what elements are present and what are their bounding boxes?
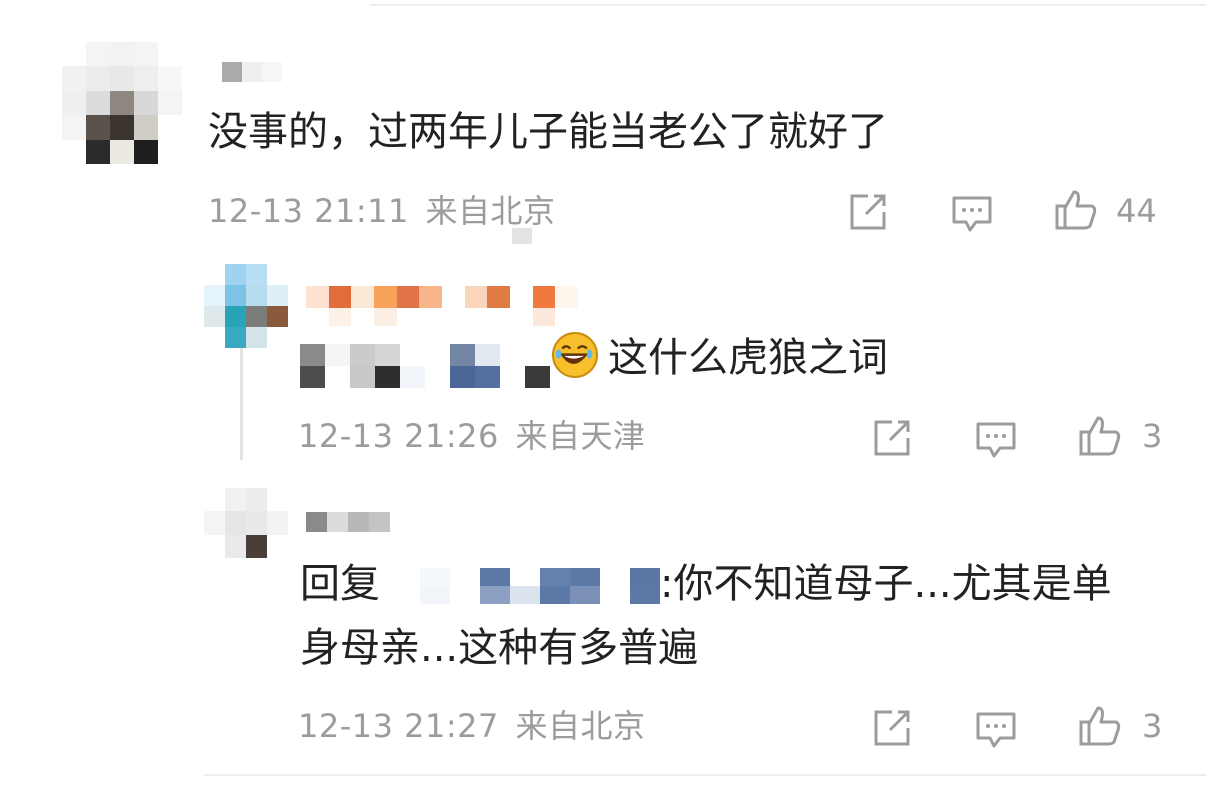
share-icon[interactable] — [870, 416, 914, 460]
mention-blur — [300, 344, 550, 388]
reply-thread-line — [240, 340, 243, 460]
username-blur — [306, 308, 578, 326]
mention-blur — [390, 568, 660, 604]
comment-meta: 12-13 21:11 来自北京 — [208, 191, 556, 231]
like-count: 44 — [1116, 192, 1157, 230]
comment-text-line2: 身母亲...这种有多普遍 — [300, 625, 699, 671]
comment-text: 没事的，过两年儿子能当老公了就好了 — [208, 109, 888, 155]
thumbs-up-icon[interactable] — [1054, 188, 1098, 232]
comment-text: 这什么虎狼之词 — [608, 335, 888, 381]
avatar[interactable] — [62, 42, 182, 164]
username[interactable] — [222, 62, 282, 82]
thumbs-up-icon[interactable] — [1078, 414, 1122, 458]
location: 来自北京 — [515, 707, 646, 745]
username[interactable] — [306, 512, 390, 532]
avatar[interactable] — [204, 488, 288, 558]
comment-meta: 12-13 21:26 来自天津 — [298, 416, 646, 456]
location: 来自天津 — [515, 417, 646, 455]
username[interactable] — [306, 286, 578, 308]
location: 来自北京 — [425, 192, 556, 230]
blur-fragment — [512, 228, 532, 244]
like-count: 3 — [1142, 417, 1163, 455]
bottom-divider — [204, 774, 1206, 776]
comment-text: :你不知道母子...尤其是单 — [660, 561, 1112, 607]
comment-item: 没事的，过两年儿子能当老公了就好了 12-13 21:11 来自北京 44 — [0, 0, 1206, 240]
share-icon[interactable] — [870, 706, 914, 750]
timestamp: 12-13 21:26 — [298, 417, 499, 455]
comment-icon[interactable] — [974, 708, 1018, 752]
avatar[interactable] — [204, 264, 288, 348]
comment-icon[interactable] — [950, 192, 994, 236]
laughing-emoji-icon — [552, 332, 598, 378]
comment-icon[interactable] — [974, 418, 1018, 462]
timestamp: 12-13 21:11 — [208, 192, 409, 230]
like-count: 3 — [1142, 707, 1163, 745]
reply-prefix: 回复 — [300, 561, 380, 607]
timestamp: 12-13 21:27 — [298, 707, 499, 745]
comment-meta: 12-13 21:27 来自北京 — [298, 706, 646, 746]
share-icon[interactable] — [846, 190, 890, 234]
thumbs-up-icon[interactable] — [1078, 704, 1122, 748]
